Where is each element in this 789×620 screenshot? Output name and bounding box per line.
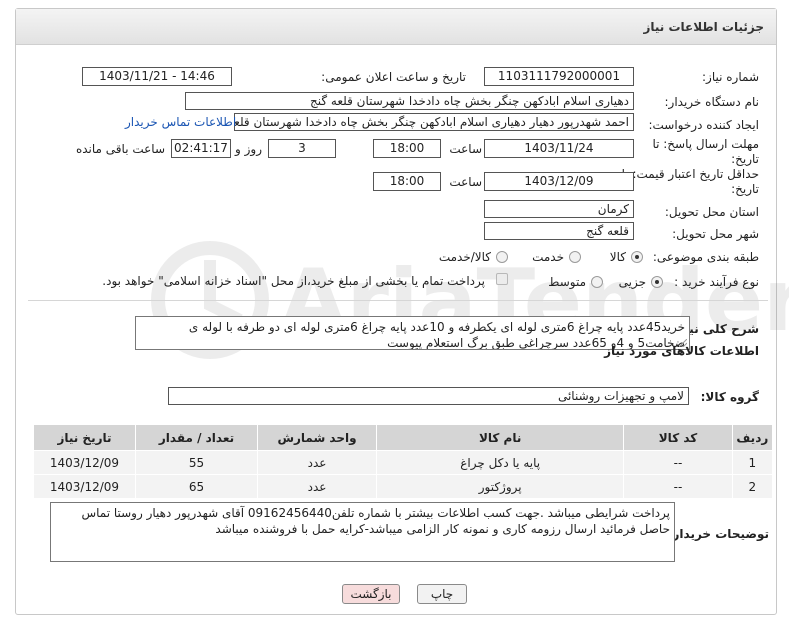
validity-time-label: ساعت [449,175,482,189]
buyer-notes-text: پرداخت شرایطی میباشد .جهت کسب اطلاعات بی… [81,506,670,536]
goods-table: ردیف کد کالا نام کالا واحد شمارش تعداد /… [33,424,774,499]
deadline-time-label: ساعت [449,142,482,156]
category-label: طبقه بندی موضوعی: [652,250,759,264]
table-row: 2 -- پروژکتور عدد 65 1403/12/09 [33,474,774,499]
category-service-label: خدمت [532,250,564,264]
category-goods-service-label: کالا/خدمت [438,250,491,264]
deadline-date-field: 1403/11/24 [484,139,634,158]
back-button[interactable]: بازگشت [342,584,400,604]
item-date: 1403/12/09 [33,474,136,499]
col-name-header: نام کالا [375,424,625,451]
need-number-label: شماره نیاز: [702,70,759,84]
row-index: 2 [731,474,774,499]
goods-section-title: اطلاعات کالاهای مورد نیاز [604,344,759,358]
remaining-label: ساعت باقی مانده [75,142,165,156]
item-date: 1403/12/09 [33,450,136,475]
item-qty: 55 [134,450,259,475]
category-goods-radio[interactable] [631,251,643,263]
item-unit: عدد [257,474,377,499]
province-label: استان محل تحویل: [664,205,759,219]
goods-group-label: گروه کالا: [700,390,759,404]
buyer-notes-label: توضیحات خریدار: [667,527,769,541]
deadline-time-field: 18:00 [373,139,441,158]
creator-field: احمد شهدرپور دهیار دهیاری اسلام ابادکهن … [234,113,634,131]
buyer-org-label: نام دستگاه خریدار: [664,95,760,109]
process-medium-radio[interactable] [591,276,603,288]
validity-label-date: تاریخ: [731,182,759,196]
item-code: -- [623,474,733,499]
treasury-payment-checkbox[interactable] [496,273,508,285]
creator-label: ایجاد کننده درخواست: [648,118,759,132]
table-header-row: ردیف کد کالا نام کالا واحد شمارش تعداد /… [33,424,774,451]
days-remaining-field: 3 [268,139,336,158]
item-unit: عدد [257,450,377,475]
need-number-field: 1103111792000001 [484,67,634,86]
validity-date-field: 1403/12/09 [484,172,634,191]
item-name: پروژکتور [375,474,625,499]
table-row: 1 -- پایه یا دکل چراغ عدد 55 1403/12/09 [33,450,774,475]
buyer-notes-textarea: پرداخت شرایطی میباشد .جهت کسب اطلاعات بی… [50,502,675,562]
city-field: قلعه گنج [484,222,634,240]
col-code-header: کد کالا [623,424,733,451]
validity-label: حداقل تاریخ اعتبار قیمت: تا [621,167,759,181]
item-code: -- [623,450,733,475]
treasury-payment-note: پرداخت تمام یا بخشی از مبلغ خرید،از محل … [102,274,485,288]
print-button[interactable]: چاپ [417,584,467,604]
process-label: نوع فرآیند خرید : [674,275,759,289]
announce-datetime-field: 1403/11/21 - 14:46 [82,67,232,86]
category-goods-label: کالا [609,250,626,264]
remaining-time-field: 02:41:17 [171,139,231,158]
province-field: کرمان [484,200,634,218]
col-qty-header: تعداد / مقدار [134,424,259,451]
item-name: پایه یا دکل چراغ [375,450,625,475]
process-minor-radio[interactable] [651,276,663,288]
divider [28,300,768,301]
row-index: 1 [731,450,774,475]
days-label: روز و [235,142,262,156]
announce-label: تاریخ و ساعت اعلان عمومی: [321,70,466,84]
page-title: جزئیات اطلاعات نیاز [643,20,764,34]
category-service-radio[interactable] [569,251,581,263]
category-goods-service-radio[interactable] [496,251,508,263]
validity-time-field: 18:00 [373,172,441,191]
buyer-org-field: دهیاری اسلام ابادکهن چنگر بخش چاه دادخدا… [185,92,634,110]
col-date-header: تاریخ نیاز [33,424,136,451]
process-medium-label: متوسط [548,275,586,289]
goods-group-field: لامپ و تجهیزات روشنائی [168,387,689,405]
deadline-label: مهلت ارسال پاسخ: تا [652,137,759,151]
city-label: شهر محل تحویل: [672,227,759,241]
col-unit-header: واحد شمارش [257,424,377,451]
process-minor-label: جزیی [618,275,646,289]
buyer-contact-link[interactable]: اطلاعات تماس خریدار [125,115,236,129]
col-row-header: ردیف [731,424,774,451]
item-qty: 65 [134,474,259,499]
deadline-label-date: تاریخ: [731,152,759,166]
panel-header: جزئیات اطلاعات نیاز [16,9,776,45]
